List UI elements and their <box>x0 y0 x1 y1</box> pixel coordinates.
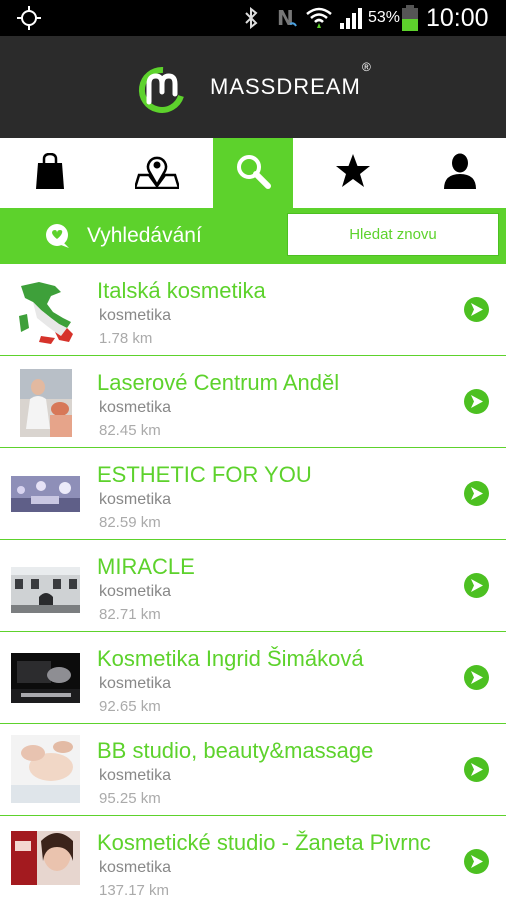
result-distance: 82.59 km <box>99 514 161 531</box>
tab-shopping[interactable] <box>0 138 100 208</box>
tab-favorites[interactable] <box>293 138 413 208</box>
nfc-icon: N <box>276 0 298 36</box>
result-title: BB studio, beauty&massage <box>97 738 374 763</box>
search-title: Vyhledávání <box>87 224 202 247</box>
massdream-logo-icon <box>137 62 191 120</box>
go-arrow-icon[interactable] <box>464 849 489 874</box>
list-item[interactable]: MIRACLE kosmetika 82.71 km <box>0 540 506 632</box>
result-distance: 1.78 km <box>99 330 153 347</box>
clinic-photo-thumbnail <box>20 369 72 437</box>
go-arrow-icon[interactable] <box>464 389 489 414</box>
result-category: kosmetika <box>99 491 172 508</box>
result-distance: 95.25 km <box>99 790 161 807</box>
tab-profile[interactable] <box>413 138 506 208</box>
bluetooth-icon <box>244 0 258 36</box>
star-icon <box>335 154 371 192</box>
search-icon <box>235 153 271 193</box>
list-item[interactable]: Kosmetika Ingrid Šimáková kosmetika 92.6… <box>0 632 506 724</box>
brand-name: MASSDREAM <box>210 74 361 99</box>
list-item[interactable]: BB studio, beauty&massage kosmetika 95.2… <box>0 724 506 816</box>
go-arrow-icon[interactable] <box>464 481 489 506</box>
result-title: Italská kosmetika <box>97 278 266 303</box>
registered-mark: ® <box>362 60 371 74</box>
search-again-button[interactable]: Hledat znovu <box>287 213 499 256</box>
result-distance: 82.71 km <box>99 606 161 623</box>
tab-map[interactable] <box>100 138 213 208</box>
battery-icon <box>401 0 419 36</box>
result-category: kosmetika <box>99 675 172 692</box>
result-title: Laserové Centrum Anděl <box>97 370 340 395</box>
list-item[interactable]: Kosmetické studio - Žaneta Pivrnc kosmet… <box>0 816 506 908</box>
clock: 10:00 <box>426 3 489 32</box>
result-category: kosmetika <box>99 583 172 600</box>
battery-percent: 53% <box>368 9 401 26</box>
result-title: Kosmetické studio - Žaneta Pivrnc <box>97 830 431 855</box>
tab-search[interactable] <box>213 138 293 208</box>
result-title: Kosmetika Ingrid Šimáková <box>97 646 364 671</box>
shopping-bag-icon <box>36 152 64 193</box>
user-icon <box>443 153 476 193</box>
list-item[interactable]: Laserové Centrum Anděl kosmetika 82.45 k… <box>0 356 506 448</box>
search-header-bar: Vyhledávání Hledat znovu <box>0 208 506 264</box>
result-distance: 137.17 km <box>99 882 170 899</box>
go-arrow-icon[interactable] <box>464 297 489 322</box>
result-distance: 92.65 km <box>99 698 161 715</box>
map-pin-icon <box>132 153 181 193</box>
main-tab-bar <box>0 138 506 208</box>
building-photo-thumbnail <box>11 567 80 613</box>
italy-map-thumbnail <box>11 278 80 344</box>
svg-text:N: N <box>277 6 294 30</box>
result-category: kosmetika <box>99 399 172 416</box>
go-arrow-icon[interactable] <box>464 757 489 782</box>
result-distance: 82.45 km <box>99 422 161 439</box>
wifi-icon <box>306 0 332 36</box>
result-title: ESTHETIC FOR YOU <box>97 462 312 487</box>
result-category: kosmetika <box>99 767 172 784</box>
result-category: kosmetika <box>99 307 172 324</box>
go-arrow-icon[interactable] <box>464 573 489 598</box>
go-arrow-icon[interactable] <box>464 665 489 690</box>
signal-icon <box>340 0 364 36</box>
list-item[interactable]: ESTHETIC FOR YOU kosmetika 82.59 km <box>0 448 506 540</box>
list-item[interactable]: Italská kosmetika kosmetika 1.78 km <box>0 264 506 356</box>
result-category: kosmetika <box>99 859 172 876</box>
chat-heart-icon <box>45 223 71 253</box>
woman-portrait-thumbnail <box>11 831 80 885</box>
result-title: MIRACLE <box>97 554 195 579</box>
salon-interior-thumbnail <box>11 476 80 512</box>
facial-photo-thumbnail <box>11 735 80 803</box>
product-box-thumbnail <box>11 653 80 703</box>
status-bar: N 53% 10:00 <box>0 0 506 36</box>
location-target-icon <box>17 0 41 36</box>
